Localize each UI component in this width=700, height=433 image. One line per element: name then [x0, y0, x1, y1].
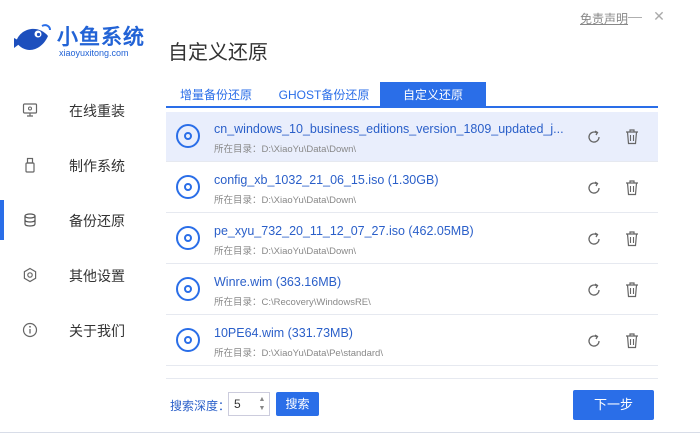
list-item[interactable]: config_xb_1032_21_06_15.iso (1.30GB) 所在目… [166, 163, 658, 213]
stepper-down-icon[interactable]: ▼ [256, 404, 268, 413]
fish-logo-icon [14, 24, 51, 50]
list-divider [166, 378, 658, 379]
tab-bar: 增量备份还原 GHOST备份还原 自定义还原 [166, 82, 658, 108]
file-path: 所在目录：D:\XiaoYu\Data\Pe\standard\ [214, 348, 383, 359]
close-button[interactable]: ✕ [652, 8, 666, 25]
sidebar-item-other-settings[interactable]: 其他设置 [0, 255, 160, 295]
disclaimer-link[interactable]: 免责声明 [580, 10, 628, 27]
file-name: Winre.wim (363.16MB) [214, 275, 342, 289]
disc-icon [176, 124, 200, 148]
trash-icon[interactable] [624, 281, 640, 298]
backup-icon [24, 213, 36, 227]
disc-icon [176, 226, 200, 250]
sidebar-item-make-system[interactable]: 制作系统 [0, 145, 160, 185]
restore-icon[interactable] [586, 231, 602, 247]
sidebar: 在线重装 制作系统 备份还原 其他设置 关于我们 [0, 80, 160, 380]
search-button[interactable]: 搜索 [276, 392, 319, 416]
page-title: 自定义还原 [168, 42, 268, 64]
restore-icon[interactable] [586, 129, 602, 145]
monitor-icon [22, 103, 38, 117]
list-item[interactable]: Winre.wim (363.16MB) 所在目录：C:\Recovery\Wi… [166, 265, 658, 315]
restore-icon[interactable] [586, 333, 602, 349]
minimize-button[interactable]: — [628, 8, 642, 24]
list-item[interactable]: 10PE64.wim (331.73MB) 所在目录：D:\XiaoYu\Dat… [166, 316, 658, 366]
trash-icon[interactable] [624, 179, 640, 196]
tab-incremental-backup-restore[interactable]: 增量备份还原 [166, 82, 266, 108]
trash-icon[interactable] [624, 332, 640, 349]
file-list: cn_windows_10_business_editions_version_… [166, 112, 658, 368]
list-item[interactable]: cn_windows_10_business_editions_version_… [166, 112, 658, 162]
logo-name: 小鱼系统 [57, 26, 145, 49]
sidebar-item-label: 关于我们 [69, 323, 125, 339]
stepper-up-icon[interactable]: ▲ [256, 395, 268, 404]
file-path: 所在目录：D:\XiaoYu\Data\Down\ [214, 195, 357, 206]
app-logo: 小鱼系统 xiaoyuxitong.com [12, 20, 157, 60]
restore-icon[interactable] [586, 180, 602, 196]
restore-icon[interactable] [586, 282, 602, 298]
logo-url: xiaoyuxitong.com [59, 48, 129, 58]
sidebar-item-label: 在线重装 [69, 103, 125, 119]
info-icon [22, 322, 38, 338]
search-depth-value[interactable]: 5 [234, 397, 241, 411]
sidebar-item-backup-restore[interactable]: 备份还原 [0, 200, 160, 240]
file-name: config_xb_1032_21_06_15.iso (1.30GB) [214, 173, 439, 187]
tab-ghost-backup-restore[interactable]: GHOST备份还原 [270, 82, 378, 108]
sidebar-item-label: 备份还原 [69, 213, 125, 229]
file-name: cn_windows_10_business_editions_version_… [214, 122, 564, 136]
search-depth-stepper[interactable]: 5 ▲ ▼ [228, 392, 270, 416]
list-item[interactable]: pe_xyu_732_20_11_12_07_27.iso (462.05MB)… [166, 214, 658, 264]
disc-icon [176, 328, 200, 352]
file-path: 所在目录：C:\Recovery\WindowsRE\ [214, 297, 371, 308]
file-path: 所在目录：D:\XiaoYu\Data\Down\ [214, 246, 357, 257]
tab-custom-restore[interactable]: 自定义还原 [380, 82, 486, 108]
sidebar-item-online-reinstall[interactable]: 在线重装 [0, 90, 160, 130]
usb-icon [25, 157, 35, 173]
sidebar-item-label: 制作系统 [69, 158, 125, 174]
sidebar-item-about-us[interactable]: 关于我们 [0, 310, 160, 350]
file-path: 所在目录：D:\XiaoYu\Data\Down\ [214, 144, 357, 155]
stepper-arrows[interactable]: ▲ ▼ [256, 395, 268, 413]
search-depth-label: 搜索深度： [170, 399, 231, 413]
disc-icon [176, 277, 200, 301]
active-indicator [0, 200, 4, 240]
trash-icon[interactable] [624, 128, 640, 145]
trash-icon[interactable] [624, 230, 640, 247]
disc-icon [176, 175, 200, 199]
file-name: pe_xyu_732_20_11_12_07_27.iso (462.05MB) [214, 224, 474, 238]
sidebar-item-label: 其他设置 [69, 268, 125, 284]
settings-icon [23, 267, 37, 283]
file-name: 10PE64.wim (331.73MB) [214, 326, 353, 340]
next-step-button[interactable]: 下一步 [573, 390, 654, 420]
